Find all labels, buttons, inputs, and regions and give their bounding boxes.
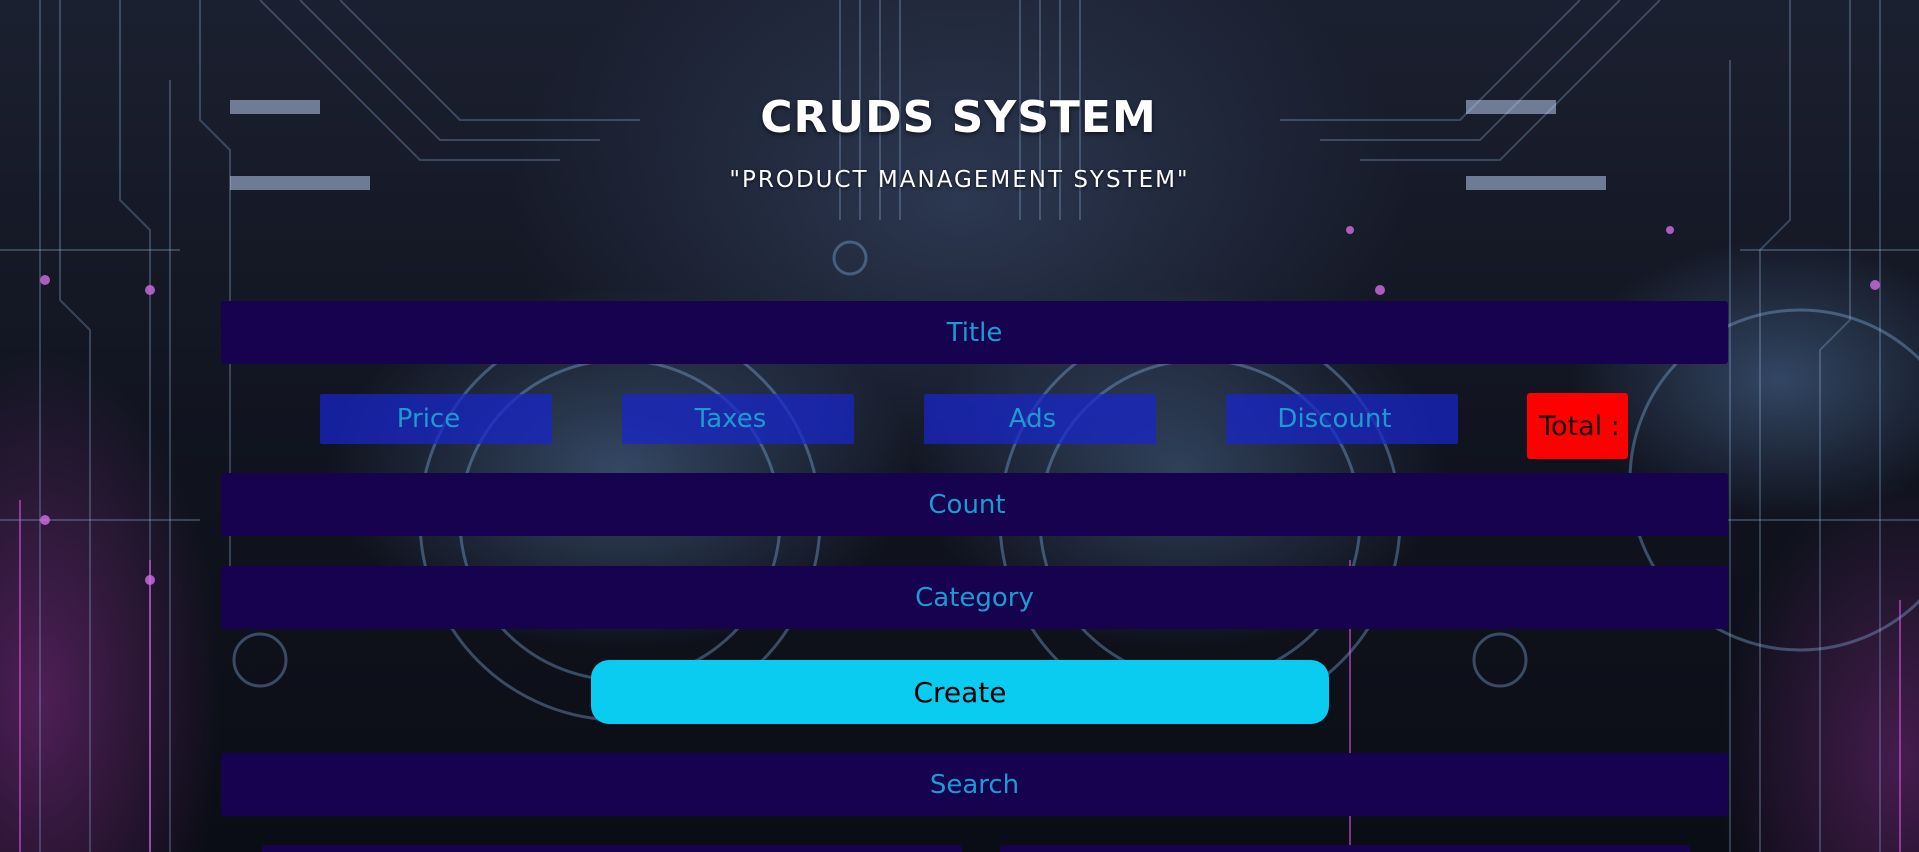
search-by-category-button-edge[interactable]	[1000, 845, 1690, 852]
total-label: Total :	[1539, 410, 1620, 442]
search-by-title-button-edge[interactable]	[262, 845, 962, 852]
category-input[interactable]	[221, 566, 1728, 629]
title-input[interactable]	[221, 301, 1728, 364]
discount-input[interactable]	[1226, 394, 1458, 444]
create-button[interactable]: Create	[591, 660, 1329, 724]
taxes-input[interactable]	[622, 394, 854, 444]
ads-input[interactable]	[924, 394, 1156, 444]
page-subtitle: "PRODUCT MANAGEMENT SYSTEM"	[729, 167, 1190, 193]
search-input[interactable]	[221, 753, 1728, 816]
price-input[interactable]	[320, 394, 552, 444]
page-title: CRUDS SYSTEM	[760, 92, 1157, 143]
total-badge: Total :	[1527, 393, 1628, 459]
count-input[interactable]	[221, 473, 1728, 536]
